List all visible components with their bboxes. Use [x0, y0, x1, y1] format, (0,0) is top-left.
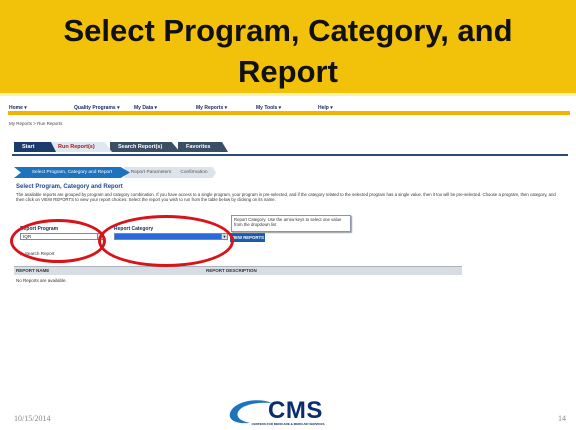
- section-title: Select Program, Category and Report: [16, 184, 123, 190]
- app-screenshot: Home ▾ Quality Programs ▾ My Data ▾ My R…: [8, 100, 570, 340]
- highlight-ring-program: [10, 219, 106, 263]
- column-report-description[interactable]: REPORT DESCRIPTION: [206, 268, 257, 273]
- tab-run-reports[interactable]: Run Report(s): [50, 142, 112, 152]
- menu-my-tools[interactable]: My Tools ▾: [256, 105, 281, 111]
- slide-page-number: 14: [558, 414, 566, 423]
- menu-help[interactable]: Help ▾: [318, 105, 333, 111]
- tab-start[interactable]: Start: [14, 142, 56, 152]
- tab-favorites[interactable]: Favorites: [178, 142, 228, 152]
- menu-quality-programs[interactable]: Quality Programs ▾: [74, 105, 120, 111]
- menu-bar: Home ▾ Quality Programs ▾ My Data ▾ My R…: [8, 104, 570, 115]
- slide-date: 10/15/2014: [14, 414, 51, 423]
- reports-table-header: REPORT NAME REPORT DESCRIPTION: [14, 266, 462, 275]
- menu-my-data[interactable]: My Data ▾: [134, 105, 157, 111]
- category-tooltip: Report Category. Use the arrow keys to s…: [231, 215, 351, 232]
- step-report-parameters: Report Parameters: [124, 167, 178, 178]
- tab-search-reports[interactable]: Search Report(s): [110, 142, 180, 152]
- menu-my-reports[interactable]: My Reports ▾: [196, 105, 227, 111]
- column-report-name[interactable]: REPORT NAME: [16, 268, 49, 273]
- slide-title: Select Program, Category, and Report: [63, 13, 513, 89]
- step-select-program: Select Program, Category and Report: [14, 167, 130, 178]
- logo-text: CMS: [268, 397, 323, 424]
- logo-subtext: CENTERS FOR MEDICARE & MEDICAID SERVICES: [251, 422, 325, 426]
- empty-table-message: No Reports are available.: [16, 278, 67, 283]
- section-description: The available reports are grouped by pro…: [16, 192, 556, 203]
- tab-bar: Favorites Search Report(s) Run Report(s)…: [14, 142, 234, 154]
- step-confirmation: Confirmation: [172, 167, 216, 178]
- cms-logo: CMS CENTERS FOR MEDICARE & MEDICAID SERV…: [228, 397, 342, 428]
- highlight-ring-category: [98, 215, 234, 267]
- view-reports-button[interactable]: VIEW REPORTS: [230, 233, 265, 242]
- breadcrumb[interactable]: My Reports > Run Reports: [9, 121, 62, 126]
- wizard-steps: Confirmation Report Parameters Select Pr…: [14, 167, 216, 179]
- menu-home[interactable]: Home ▾: [9, 105, 27, 111]
- slide-title-band: Select Program, Category, and Report: [0, 0, 576, 96]
